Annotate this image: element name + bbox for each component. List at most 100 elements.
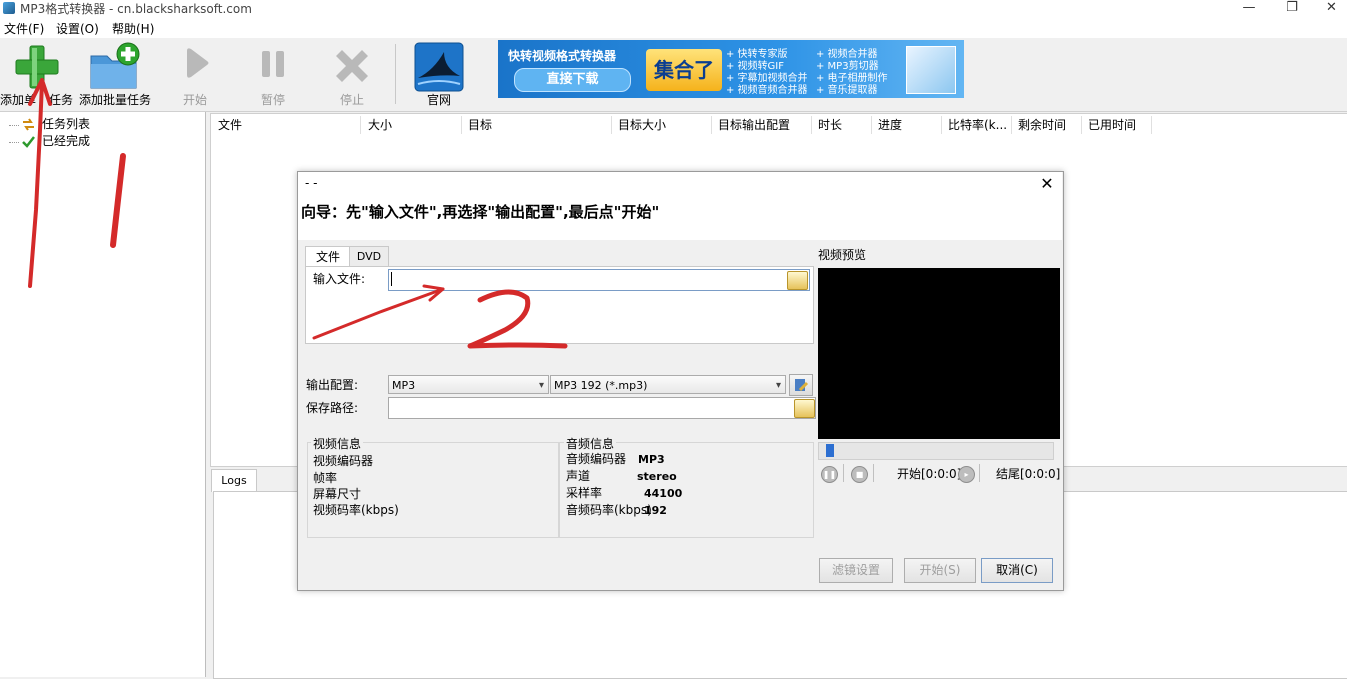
toolbar-separator (395, 44, 396, 104)
audio-bitrate-value: 192 (644, 504, 667, 517)
column-progress[interactable]: 进度 (878, 116, 902, 134)
stop-button[interactable]: 停止 (317, 40, 387, 110)
preview-separator (979, 464, 980, 482)
video-encoder-label: 视频编码器 (313, 454, 374, 468)
set-start-icon[interactable]: ▸ (958, 466, 975, 483)
menu-bar (0, 18, 1347, 38)
audio-info-title: 音频信息 (564, 435, 617, 452)
preview-end-time: 结尾[0:0:0] (996, 467, 1061, 481)
banner-feature: + 音乐提取器 (816, 85, 878, 96)
minimize-button[interactable]: — (1229, 0, 1269, 18)
banner-feature: + 快转专家版 (726, 49, 788, 60)
column-target[interactable]: 目标 (468, 116, 492, 134)
stop-preview-icon[interactable]: ■ (851, 466, 868, 483)
menu-help[interactable]: 帮助(H) (112, 21, 154, 37)
pause-icon (262, 51, 284, 77)
screen-size-label: 屏幕尺寸 (313, 487, 362, 501)
column-bitrate[interactable]: 比特率(k... (948, 116, 1007, 134)
logs-tab[interactable]: Logs (211, 469, 257, 492)
add-plus-icon (15, 45, 59, 89)
column-separator (941, 116, 942, 134)
column-separator (871, 116, 872, 134)
tree-item-task-list[interactable]: 任务列表 (42, 116, 90, 132)
audio-encoder-value: MP3 (638, 453, 665, 466)
dialog-title: - - (305, 176, 318, 190)
seek-thumb[interactable] (826, 444, 834, 457)
add-single-task-button[interactable]: 添加单 任务 (0, 40, 76, 110)
pause-preview-icon[interactable]: ❚❚ (821, 466, 838, 483)
banner-feature: + 字幕加视频合并 (726, 73, 808, 84)
filter-settings-button[interactable]: 滤镜设置 (819, 558, 893, 583)
shark-logo-icon (414, 42, 464, 92)
task-list-icon (23, 118, 34, 131)
video-preview-title: 视频预览 (818, 248, 867, 262)
dialog-guide-text: 向导：先"输入文件",再选择"输出配置",最后点"开始" (301, 203, 660, 221)
column-target-size[interactable]: 目标大小 (618, 116, 666, 134)
video-bitrate-label: 视频码率(kbps) (313, 503, 399, 517)
dialog-close-button[interactable]: ✕ (1036, 173, 1058, 195)
column-separator (611, 116, 612, 134)
column-duration[interactable]: 时长 (818, 116, 842, 134)
audio-bitrate-label: 音频码率(kbps) (566, 503, 652, 517)
pause-label: 暂停 (260, 93, 285, 107)
banner-download-button[interactable]: 直接下载 (514, 68, 631, 92)
input-file-field[interactable] (388, 269, 810, 291)
preset-select-value: MP3 192 (*.mp3) (554, 379, 648, 392)
website-label: 官网 (426, 93, 451, 107)
start-button[interactable]: 开始 (160, 40, 230, 110)
add-batch-task-button[interactable]: 添加批量任务 (78, 40, 152, 110)
website-button[interactable]: 官网 (404, 40, 474, 110)
input-file-label: 输入文件: (313, 272, 366, 286)
tab-dvd[interactable]: DVD (349, 246, 389, 267)
preview-seek-bar[interactable] (818, 442, 1054, 460)
column-output-config[interactable]: 目标输出配置 (718, 116, 790, 134)
sample-rate-label: 采样率 (566, 486, 603, 500)
audio-encoder-label: 音频编码器 (566, 452, 627, 466)
app-icon (3, 2, 15, 14)
browse-input-folder-icon[interactable] (787, 271, 808, 290)
banner-feature: + 电子相册制作 (816, 73, 888, 84)
add-single-label-tail: 任务 (49, 93, 74, 107)
save-path-label: 保存路径: (306, 401, 359, 415)
tree-item-completed[interactable]: 已经完成 (42, 133, 90, 149)
ad-banner[interactable]: 快转视频格式转换器 直接下载 集合了 + 快转专家版 + 视频转GIF + 字幕… (498, 40, 964, 98)
video-preview-screen (818, 268, 1060, 439)
channels-value: stereo (637, 470, 677, 483)
preview-start-time: 开始[0:0:0] (897, 467, 962, 481)
folder-add-icon (90, 42, 140, 89)
maximize-button[interactable]: ❐ (1272, 0, 1312, 18)
add-batch-label: 添加批量任务 (78, 93, 151, 107)
column-separator (461, 116, 462, 134)
stop-label: 停止 (339, 93, 364, 107)
menu-settings[interactable]: 设置(O) (56, 21, 99, 37)
output-config-label: 输出配置: (306, 378, 359, 392)
column-separator (811, 116, 812, 134)
column-file[interactable]: 文件 (218, 116, 242, 134)
save-path-field[interactable] (388, 397, 816, 419)
preset-select[interactable]: MP3 192 (*.mp3) ▾ (550, 375, 786, 394)
channels-label: 声道 (566, 469, 591, 483)
edit-config-button[interactable] (789, 374, 813, 396)
banner-title: 快转视频格式转换器 (508, 49, 617, 63)
tab-file[interactable]: 文件 (305, 246, 351, 267)
column-remaining[interactable]: 剩余时间 (1018, 116, 1066, 134)
preview-separator (843, 464, 844, 482)
chevron-down-icon: ▾ (538, 380, 544, 391)
frame-rate-label: 帧率 (313, 471, 338, 485)
close-button[interactable]: ✕ (1316, 0, 1347, 18)
sample-rate-value: 44100 (644, 487, 683, 500)
browse-save-folder-icon[interactable] (794, 399, 815, 418)
tree-connector (9, 142, 19, 143)
column-elapsed[interactable]: 已用时间 (1088, 116, 1136, 134)
dialog-start-button[interactable]: 开始(S) (904, 558, 976, 583)
start-label: 开始 (182, 93, 207, 107)
column-separator (1011, 116, 1012, 134)
format-select[interactable]: MP3 ▾ (388, 375, 549, 394)
column-separator (360, 116, 361, 134)
cancel-button[interactable]: 取消(C) (981, 558, 1053, 583)
window-title: MP3格式转换器 - cn.blacksharksoft.com (20, 2, 252, 16)
pause-button[interactable]: 暂停 (238, 40, 308, 110)
menu-file[interactable]: 文件(F) (4, 21, 44, 37)
banner-feature: + 视频转GIF (726, 61, 785, 72)
column-size[interactable]: 大小 (368, 116, 392, 134)
